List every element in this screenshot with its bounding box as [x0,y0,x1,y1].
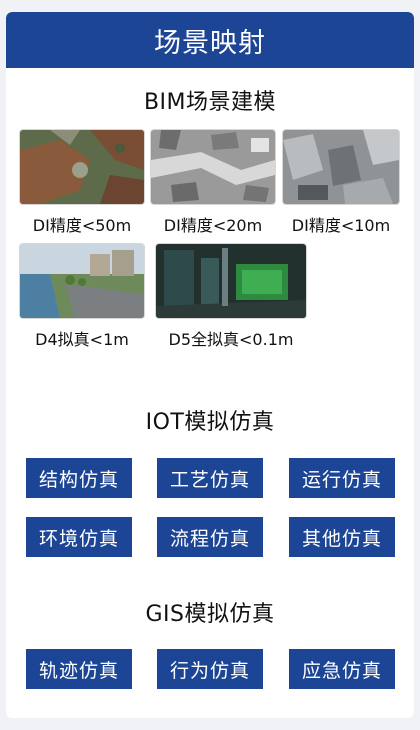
process-simulation-button[interactable]: 工艺仿真 [157,458,263,498]
behavior-simulation-button[interactable]: 行为仿真 [157,649,263,689]
scene-thumb-river-street[interactable] [20,244,144,318]
bim-section-title: BIM场景建模 [143,90,277,115]
gis-section-title: GIS模拟仿真 [145,602,275,627]
environment-simulation-button[interactable]: 环境仿真 [26,517,132,557]
city-buildings-image [283,130,399,204]
trajectory-simulation-button[interactable]: 轨迹仿真 [26,649,132,689]
scene-caption: D5全拟真<0.1m [168,330,294,349]
scene-caption: DI精度<20m [163,216,263,235]
river-street-image [20,244,144,318]
other-simulation-button[interactable]: 其他仿真 [289,517,395,557]
operation-simulation-button[interactable]: 运行仿真 [289,458,395,498]
aerial-terrain-image [20,130,144,204]
scene-caption: DI精度<50m [32,216,132,235]
emergency-simulation-button[interactable]: 应急仿真 [289,649,395,689]
structure-simulation-button[interactable]: 结构仿真 [26,458,132,498]
scene-thumb-city-buildings[interactable] [283,130,399,204]
header-bar: 场景映射 [6,12,414,68]
scene-caption: D4拟真<1m [35,330,129,349]
factory-interior-image [156,244,306,318]
page-title: 场景映射 [154,27,266,59]
workflow-simulation-button[interactable]: 流程仿真 [157,517,263,557]
scene-thumb-aerial-terrain[interactable] [20,130,144,204]
iot-section-title: IOT模拟仿真 [145,410,275,435]
scene-thumb-city-grayscale[interactable] [151,130,275,204]
scene-caption: DI精度<10m [291,216,391,235]
city-grayscale-image [151,130,275,204]
scene-thumb-factory-interior[interactable] [156,244,306,318]
scene-mapping-card: 场景映射 BIM场景建模 DI精度<50m DI精度<20m DI精度<10m … [6,12,414,718]
